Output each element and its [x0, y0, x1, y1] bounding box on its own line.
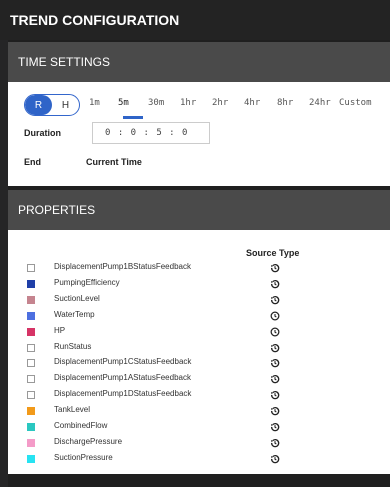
property-name: RunStatus	[54, 341, 92, 351]
history-icon[interactable]	[268, 452, 282, 466]
checkbox[interactable]	[27, 391, 35, 400]
property-row[interactable]: DischargePressure	[8, 435, 390, 451]
toggle-option-h[interactable]: H	[52, 95, 79, 115]
color-swatch[interactable]	[27, 423, 35, 431]
properties-panel: Source Type DisplacementPump1BStatusFeed…	[8, 230, 390, 474]
color-swatch[interactable]	[27, 295, 35, 304]
property-name: DisplacementPump1DStatusFeedback	[54, 389, 192, 399]
end-value: Current Time	[86, 157, 142, 167]
history-icon[interactable]	[268, 261, 282, 275]
clock-icon[interactable]	[268, 309, 282, 323]
property-row[interactable]: CombinedFlow	[8, 419, 390, 435]
time-settings-panel: R H 1m 5m 30m 1hr 2hr 4hr 8hr 24hr Custo…	[8, 82, 390, 186]
property-row[interactable]: WaterTemp	[8, 308, 390, 324]
history-icon[interactable]	[268, 356, 282, 370]
range-option-4hr[interactable]: 4hr	[244, 98, 260, 108]
history-icon[interactable]	[268, 293, 282, 307]
selected-range-indicator	[123, 116, 143, 119]
end-label: End	[24, 157, 41, 167]
property-name: DisplacementPump1AStatusFeedback	[54, 373, 191, 383]
property-name: TankLevel	[54, 405, 91, 415]
history-icon[interactable]	[268, 388, 282, 402]
checkbox[interactable]	[27, 375, 35, 384]
history-icon[interactable]	[268, 341, 282, 355]
property-row[interactable]: DisplacementPump1CStatusFeedback	[8, 355, 390, 371]
realtime-historical-toggle[interactable]: R H	[24, 94, 80, 116]
color-swatch[interactable]	[27, 327, 35, 336]
history-icon[interactable]	[268, 420, 282, 434]
property-row[interactable]: SuctionLevel	[8, 292, 390, 308]
range-option-8hr[interactable]: 8hr	[277, 98, 293, 108]
property-name: SuctionLevel	[54, 293, 100, 303]
range-option-2hr[interactable]: 2hr	[212, 98, 228, 108]
history-icon[interactable]	[268, 277, 282, 291]
clock-icon[interactable]	[268, 325, 282, 339]
property-row[interactable]: DisplacementPump1AStatusFeedback	[8, 371, 390, 387]
time-settings-header: TIME SETTINGS	[8, 42, 390, 82]
property-row[interactable]: PumpingEfficiency	[8, 276, 390, 292]
property-row[interactable]: DisplacementPump1BStatusFeedback	[8, 260, 390, 276]
property-name: HP	[54, 325, 66, 335]
duration-input[interactable]: 0 : 0 : 5 : 0	[92, 122, 210, 144]
property-row[interactable]: DisplacementPump1DStatusFeedback	[8, 387, 390, 403]
property-row[interactable]: SuctionPressure	[8, 451, 390, 467]
color-swatch[interactable]	[27, 454, 35, 463]
range-option-24hr[interactable]: 24hr	[309, 98, 331, 108]
property-name: CombinedFlow	[54, 421, 108, 430]
range-option-1m[interactable]: 1m	[89, 98, 100, 108]
property-name: DischargePressure	[54, 436, 123, 446]
property-name: PumpingEfficiency	[54, 277, 120, 287]
history-icon[interactable]	[268, 404, 282, 418]
property-name: DisplacementPump1CStatusFeedback	[54, 357, 192, 367]
color-swatch[interactable]	[27, 279, 35, 288]
toggle-option-r[interactable]: R	[25, 95, 52, 115]
history-icon[interactable]	[268, 436, 282, 450]
range-option-5m[interactable]: 5m	[118, 98, 129, 108]
checkbox[interactable]	[27, 343, 35, 352]
range-option-custom[interactable]: Custom	[339, 98, 372, 108]
duration-label: Duration	[24, 128, 61, 138]
property-name: SuctionPressure	[54, 452, 113, 462]
property-name: DisplacementPump1BStatusFeedback	[54, 262, 191, 271]
history-icon[interactable]	[268, 372, 282, 386]
color-swatch[interactable]	[27, 438, 35, 447]
checkbox[interactable]	[27, 264, 35, 272]
color-swatch[interactable]	[27, 311, 35, 320]
property-row[interactable]: HP	[8, 324, 390, 340]
property-row[interactable]: RunStatus	[8, 340, 390, 356]
color-swatch[interactable]	[27, 407, 35, 416]
properties-header: PROPERTIES	[8, 190, 390, 230]
source-type-header: Source Type	[246, 248, 300, 258]
property-name: WaterTemp	[54, 309, 95, 319]
range-option-30m[interactable]: 30m	[148, 98, 164, 108]
dialog-title: TREND CONFIGURATION	[0, 0, 390, 40]
property-row[interactable]: TankLevel	[8, 403, 390, 419]
checkbox[interactable]	[27, 359, 35, 368]
range-option-1hr[interactable]: 1hr	[180, 98, 196, 108]
